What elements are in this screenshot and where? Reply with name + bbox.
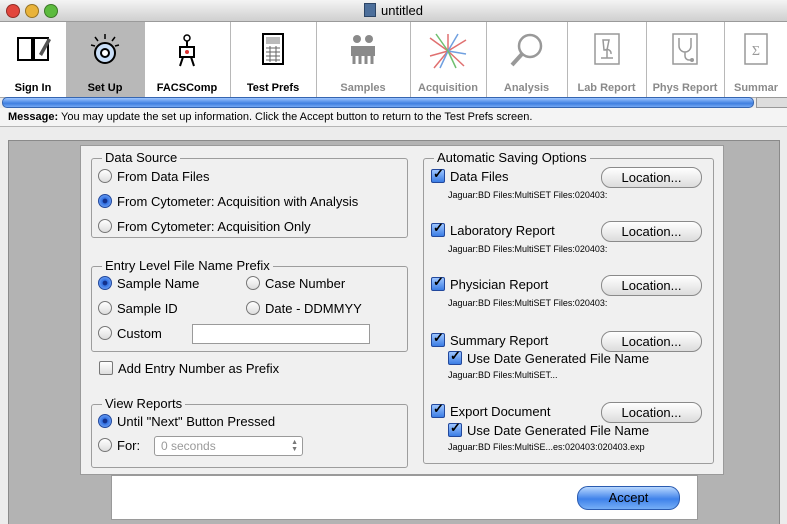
scroll-arrows[interactable] xyxy=(756,97,787,108)
prefix-group: Entry Level File Name Prefix Sample Name… xyxy=(91,258,408,352)
facscomp-icon xyxy=(179,34,195,67)
message-label: Message: xyxy=(8,111,59,123)
checkbox-checked[interactable] xyxy=(448,348,462,365)
radio-button-selected[interactable] xyxy=(98,276,112,290)
auto-save-group: Automatic Saving Options Data Files Loca… xyxy=(423,150,714,464)
custom-prefix-field[interactable] xyxy=(192,324,370,344)
acquisition-icon xyxy=(429,33,467,69)
radio-case-number[interactable]: Case Number xyxy=(246,276,345,291)
radio-date[interactable]: Date - DDMMYY xyxy=(246,301,362,316)
microscope-icon xyxy=(593,33,620,65)
checkbox-checked[interactable] xyxy=(431,401,445,418)
radio-button[interactable] xyxy=(246,301,260,315)
toolbar-scrollbar[interactable] xyxy=(2,97,754,108)
data-source-group: Data Source From Data Files From Cytomet… xyxy=(91,150,408,238)
path-lab-report: Jaguar:BD Files:MultiSET Files:020403: xyxy=(448,244,608,254)
tool-facscomp[interactable]: FACSComp xyxy=(144,22,231,97)
tool-sign-in[interactable]: Sign In xyxy=(0,22,67,97)
checkbox-export-document[interactable]: Export Document xyxy=(431,401,550,419)
tool-analysis[interactable]: Analysis xyxy=(486,22,568,97)
data-source-title: Data Source xyxy=(102,150,181,165)
radio-acquisition-only[interactable]: From Cytometer: Acquisition Only xyxy=(98,219,311,234)
stepper-arrows-icon[interactable]: ▲ ▼ xyxy=(291,439,298,453)
location-button-lab-report[interactable]: Location... xyxy=(601,221,702,242)
stethoscope-icon xyxy=(672,33,698,65)
radio-sample-id[interactable]: Sample ID xyxy=(98,301,178,316)
radio-from-data-files[interactable]: From Data Files xyxy=(98,169,209,184)
radio-button[interactable] xyxy=(98,169,112,183)
radio-button-selected[interactable] xyxy=(98,414,112,428)
add-entry-number-checkbox[interactable]: Add Entry Number as Prefix xyxy=(99,361,279,376)
radio-button[interactable] xyxy=(98,438,112,452)
path-data-files: Jaguar:BD Files:MultiSET Files:020403: xyxy=(448,190,608,200)
radio-acquisition-with-analysis[interactable]: From Cytometer: Acquisition with Analysi… xyxy=(98,194,358,209)
checkbox-checked[interactable] xyxy=(431,166,445,183)
location-button-summary-report[interactable]: Location... xyxy=(601,331,702,352)
tool-lab-report[interactable]: Lab Report xyxy=(567,22,647,97)
path-export-document: Jaguar:BD Files:MultiSE...es:020403:0204… xyxy=(448,442,645,452)
tool-acquisition[interactable]: Acquisition xyxy=(410,22,487,97)
tool-summary[interactable]: Σ Summar xyxy=(724,22,787,97)
checkbox-data-files[interactable]: Data Files xyxy=(431,166,509,184)
tool-test-prefs[interactable]: Test Prefs xyxy=(230,22,317,97)
location-button-physician-report[interactable]: Location... xyxy=(601,275,702,296)
radio-button[interactable] xyxy=(98,301,112,315)
radio-until-next[interactable]: Until "Next" Button Pressed xyxy=(98,414,275,429)
checkbox-checked[interactable] xyxy=(448,420,462,437)
view-reports-group: View Reports Until "Next" Button Pressed… xyxy=(91,396,408,468)
setup-panel: Data Source From Data Files From Cytomet… xyxy=(80,145,724,475)
tool-samples[interactable]: Samples xyxy=(316,22,411,97)
tool-set-up[interactable]: Set Up xyxy=(66,22,145,97)
message-bar: Message: You may update the set up infor… xyxy=(0,108,787,127)
message-text: You may update the set up information. C… xyxy=(61,111,533,123)
samples-icon xyxy=(351,35,375,64)
checkbox-export-use-date[interactable]: Use Date Generated File Name xyxy=(448,420,649,438)
calculator-icon xyxy=(262,33,284,65)
radio-sample-name[interactable]: Sample Name xyxy=(98,276,199,291)
path-physician-report: Jaguar:BD Files:MultiSET Files:020403: xyxy=(448,298,608,308)
radio-button-selected[interactable] xyxy=(98,194,112,208)
setup-icon xyxy=(90,34,120,64)
checkbox-physician-report[interactable]: Physician Report xyxy=(431,274,548,292)
magnifier-icon xyxy=(510,33,542,67)
toolbar: Sign In Set Up FACSComp Test Prefs Sampl… xyxy=(0,22,787,98)
checkbox-checked[interactable] xyxy=(431,220,445,237)
checkbox[interactable] xyxy=(99,361,113,375)
view-reports-title: View Reports xyxy=(102,396,186,411)
radio-button[interactable] xyxy=(246,276,260,290)
window-title: untitled xyxy=(0,3,787,18)
sigma-icon: Σ xyxy=(743,33,768,65)
checkbox-laboratory-report[interactable]: Laboratory Report xyxy=(431,220,555,238)
path-summary-report: Jaguar:BD Files:MultiSET... xyxy=(448,370,558,380)
radio-button[interactable] xyxy=(98,326,112,340)
checkbox-summary-use-date[interactable]: Use Date Generated File Name xyxy=(448,348,649,366)
seconds-stepper[interactable]: 0 seconds ▲ ▼ xyxy=(154,436,303,456)
accept-button[interactable]: Accept xyxy=(577,486,680,510)
svg-text:Σ: Σ xyxy=(751,44,759,59)
radio-button[interactable] xyxy=(98,219,112,233)
prefix-title: Entry Level File Name Prefix xyxy=(102,258,273,273)
location-button-data-files[interactable]: Location... xyxy=(601,167,702,188)
checkbox-summary-report[interactable]: Summary Report xyxy=(431,330,548,348)
checkbox-checked[interactable] xyxy=(431,330,445,347)
checkbox-checked[interactable] xyxy=(431,274,445,291)
radio-for[interactable]: For: xyxy=(98,438,140,453)
radio-custom[interactable]: Custom xyxy=(98,326,162,341)
title-bar: untitled xyxy=(0,0,787,22)
location-button-export-document[interactable]: Location... xyxy=(601,402,702,423)
document-icon xyxy=(364,3,377,17)
auto-save-title: Automatic Saving Options xyxy=(434,150,590,165)
tool-phys-report[interactable]: Phys Report xyxy=(646,22,725,97)
book-icon xyxy=(17,37,51,61)
